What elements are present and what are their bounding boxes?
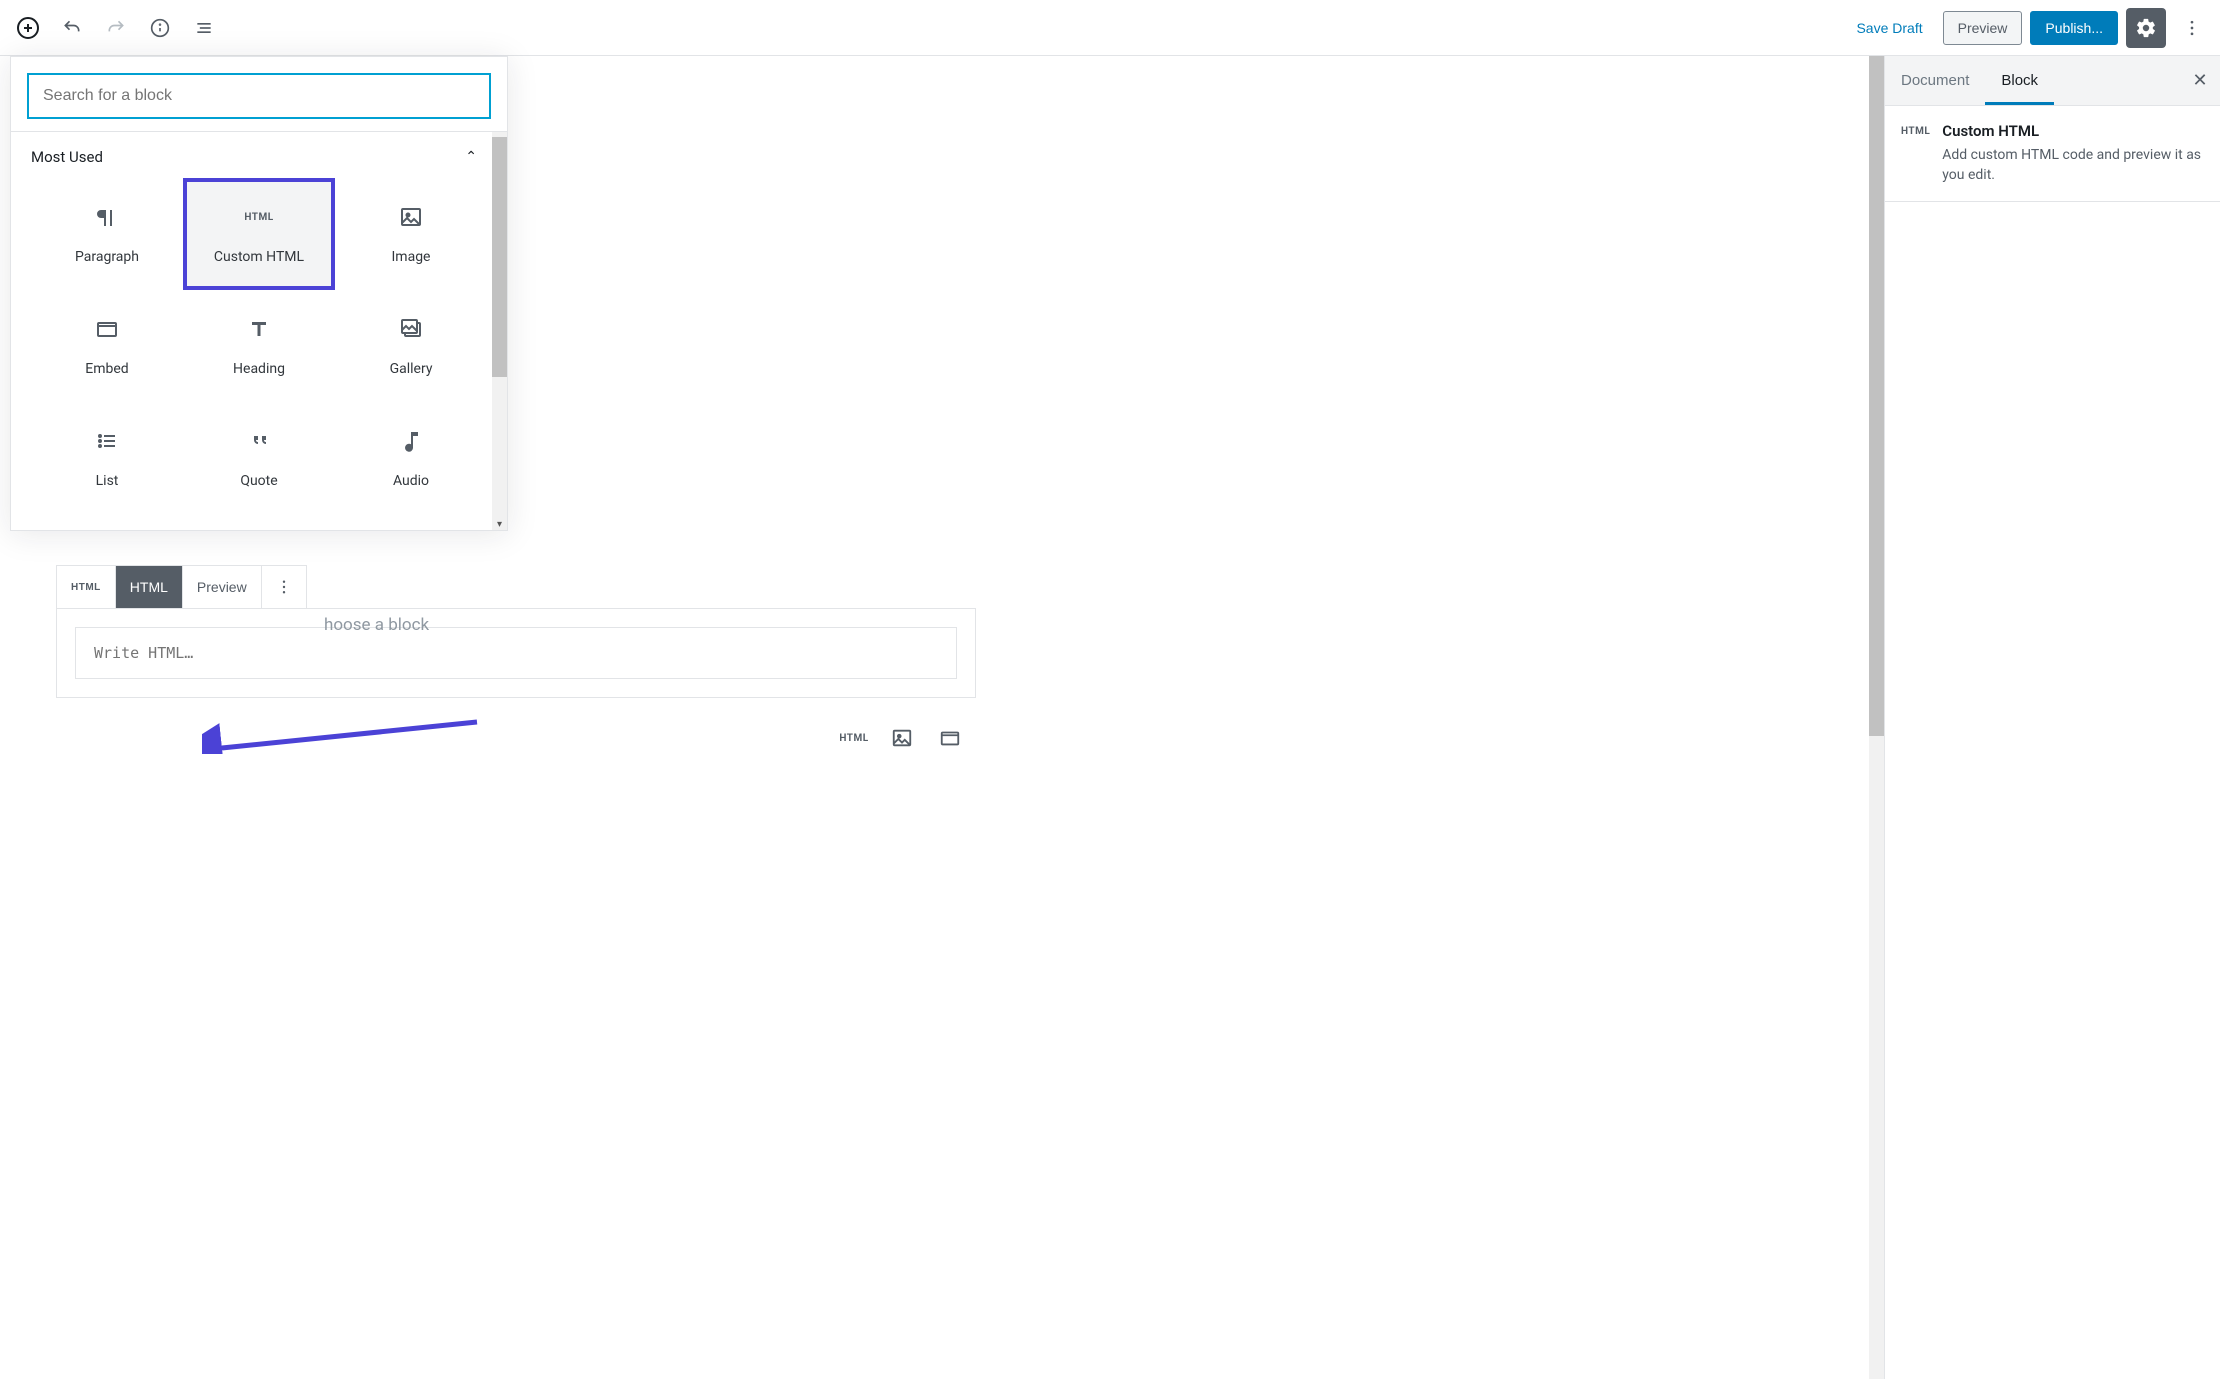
preview-button[interactable]: Preview bbox=[1943, 11, 2023, 45]
block-item-image[interactable]: Image bbox=[335, 178, 487, 290]
block-info-description: Add custom HTML code and preview it as y… bbox=[1942, 146, 2204, 185]
block-grid: Paragraph HTML Custom HTML Image Embed H… bbox=[11, 178, 507, 530]
gallery-icon bbox=[397, 315, 425, 343]
scrollbar-thumb[interactable] bbox=[492, 137, 507, 377]
block-inserter-popover: Most Used ⌃ Paragraph HTML Custom HTML I… bbox=[10, 56, 508, 531]
insert-html-shortcut[interactable]: HTML bbox=[840, 724, 868, 752]
list-icon bbox=[93, 427, 121, 455]
scroll-down-icon: ▾ bbox=[492, 517, 507, 532]
chevron-up-icon: ⌃ bbox=[465, 149, 477, 165]
settings-button[interactable] bbox=[2126, 8, 2166, 48]
heading-icon bbox=[245, 315, 273, 343]
toolbar-left bbox=[10, 10, 222, 46]
block-info-panel: HTML Custom HTML Add custom HTML code an… bbox=[1885, 106, 2220, 202]
block-search-input[interactable] bbox=[27, 73, 491, 119]
block-type-indicator[interactable]: HTML bbox=[57, 566, 116, 608]
insert-image-shortcut[interactable] bbox=[888, 724, 916, 752]
sidebar-tabs: Document Block ✕ bbox=[1885, 56, 2220, 106]
html-tab-button[interactable]: HTML bbox=[116, 566, 183, 608]
settings-sidebar: Document Block ✕ HTML Custom HTML Add cu… bbox=[1884, 56, 2220, 1379]
block-item-paragraph[interactable]: Paragraph bbox=[31, 178, 183, 290]
toolbar-right: Save Draft Preview Publish... bbox=[1844, 8, 2210, 48]
gear-icon bbox=[2135, 17, 2157, 39]
save-draft-button[interactable]: Save Draft bbox=[1844, 12, 1934, 44]
block-info-title: Custom HTML bbox=[1942, 122, 2204, 140]
block-more-button[interactable] bbox=[262, 566, 306, 608]
inserter-section-most-used[interactable]: Most Used ⌃ bbox=[11, 132, 507, 178]
paragraph-icon bbox=[93, 203, 121, 231]
block-item-embed[interactable]: Embed bbox=[31, 290, 183, 402]
close-sidebar-button[interactable]: ✕ bbox=[2180, 61, 2220, 101]
kebab-icon bbox=[2182, 18, 2202, 38]
inserter-section-label: Most Used bbox=[31, 148, 103, 166]
block-item-audio[interactable]: Audio bbox=[335, 402, 487, 514]
block-item-quote[interactable]: Quote bbox=[183, 402, 335, 514]
tab-block[interactable]: Block bbox=[1985, 56, 2054, 105]
html-code-input[interactable] bbox=[75, 627, 957, 679]
close-icon: ✕ bbox=[2192, 70, 2207, 91]
tab-document[interactable]: Document bbox=[1885, 56, 1985, 105]
block-placeholder-hint: hoose a block bbox=[324, 615, 429, 635]
html-icon: HTML bbox=[245, 203, 273, 231]
insert-embed-shortcut[interactable] bbox=[936, 724, 964, 752]
canvas-scrollbar[interactable] bbox=[1869, 56, 1884, 1379]
inserter-scrollbar[interactable] bbox=[492, 132, 507, 530]
quote-icon bbox=[245, 427, 273, 455]
block-navigation-button[interactable] bbox=[186, 10, 222, 46]
top-toolbar: Save Draft Preview Publish... bbox=[0, 0, 2220, 56]
block-appender: HTML bbox=[56, 724, 976, 752]
block-item-list[interactable]: List bbox=[31, 402, 183, 514]
undo-icon bbox=[62, 18, 82, 38]
outline-icon bbox=[194, 18, 214, 38]
image-icon bbox=[397, 203, 425, 231]
add-block-button[interactable] bbox=[10, 10, 46, 46]
inserter-search-wrap bbox=[11, 57, 507, 132]
block-toolbar: HTML HTML Preview bbox=[56, 565, 307, 609]
publish-button[interactable]: Publish... bbox=[2030, 11, 2118, 45]
redo-icon bbox=[106, 18, 126, 38]
custom-html-block bbox=[56, 608, 976, 698]
content-info-button[interactable] bbox=[142, 10, 178, 46]
block-item-custom-html[interactable]: HTML Custom HTML bbox=[183, 178, 335, 290]
undo-button[interactable] bbox=[54, 10, 90, 46]
info-icon bbox=[150, 18, 170, 38]
block-item-heading[interactable]: Heading bbox=[183, 290, 335, 402]
kebab-icon bbox=[275, 578, 293, 596]
scrollbar-thumb[interactable] bbox=[1869, 56, 1884, 736]
embed-icon bbox=[93, 315, 121, 343]
html-icon: HTML bbox=[1901, 122, 1930, 185]
redo-button[interactable] bbox=[98, 10, 134, 46]
block-item-gallery[interactable]: Gallery bbox=[335, 290, 487, 402]
audio-icon bbox=[397, 427, 425, 455]
preview-tab-button[interactable]: Preview bbox=[183, 566, 262, 608]
more-menu-button[interactable] bbox=[2174, 10, 2210, 46]
plus-circle-icon bbox=[16, 16, 40, 40]
